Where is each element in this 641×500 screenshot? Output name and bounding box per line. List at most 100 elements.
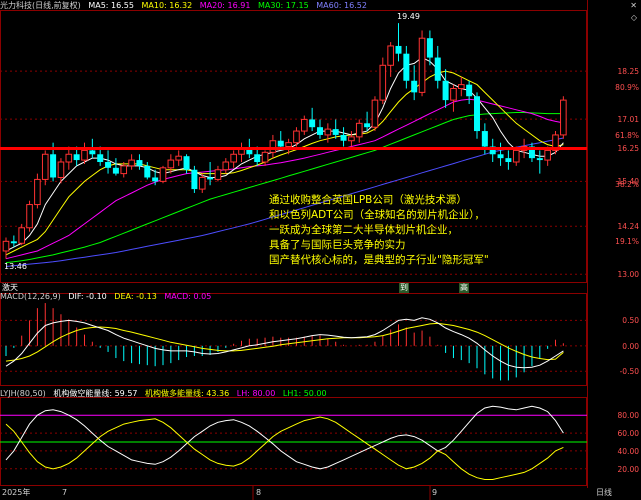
candle-body-down [207, 177, 214, 180]
candle-body-up [512, 149, 520, 163]
candle-body-down [536, 158, 543, 161]
candle-body-up [41, 153, 49, 180]
lyjh-long-short: 机构做空能量线: 59.57 [53, 389, 138, 398]
candle-body-up [57, 161, 65, 178]
price-axis-label: 18.25 [617, 67, 639, 77]
annotation-line-5: 国产替代核心标的，是典型的子行业"隐形冠军" [269, 254, 489, 266]
expand-icon[interactable]: ◇ [631, 13, 637, 23]
price-axis-label: 38.2% [615, 180, 639, 190]
ma10-value: MA10: 16.32 [141, 1, 193, 10]
candle-body-up [81, 149, 88, 161]
candle-body-down [442, 80, 449, 101]
candle-body-down [340, 134, 347, 141]
candle-body-up [120, 165, 128, 175]
candle-body-down [10, 241, 17, 244]
ma60-value: MA60: 16.52 [316, 1, 367, 10]
candle-body-up [261, 151, 269, 163]
macd-dif-line [5, 317, 564, 369]
price-axis-label: 16.25 [617, 144, 639, 154]
candle-body-up [222, 161, 230, 171]
candle-body-down [144, 165, 151, 178]
candle-body-up [301, 118, 308, 132]
macd-axis-label: -0.50 [619, 367, 639, 377]
annotation-line-1: 通过收购整合英国LPB公司（激光技术源） [269, 194, 467, 206]
low-price-label: 13.46 [4, 262, 27, 271]
close-icon[interactable]: ✕ [630, 1, 637, 11]
candle-body-down [277, 140, 284, 147]
candle-body-up [293, 130, 300, 144]
price-axis-label: 80.9% [615, 82, 639, 92]
annotation-line-3: 一跃成为全球第二大半导体划片机企业， [269, 224, 458, 236]
candle-body-down [309, 119, 316, 128]
lyjh-axis-label: 40.00 [617, 446, 639, 456]
candle-body-up [371, 99, 379, 128]
candle-body-down [183, 156, 190, 170]
price-axis-label: 61.8% [615, 130, 639, 140]
lyjh-axis-label: 20.00 [617, 464, 639, 474]
candle-body-down [50, 154, 57, 178]
lyjh-long-line [5, 416, 564, 480]
macd-title[interactable]: MACD(12,26,9) [0, 292, 61, 301]
macd-axis-label: 0.50 [622, 316, 639, 326]
lyjh-title[interactable]: LYJH(80,50) [0, 389, 46, 398]
stock-title[interactable]: 光力科技(日线,前复权) [0, 1, 81, 10]
candle-body-down [474, 96, 480, 132]
macd-value: MACD: 0.05 [164, 292, 212, 301]
macd-indicator [0, 303, 587, 381]
lyjh-lh: LH: 80.00 [236, 389, 276, 398]
candle-body-up [458, 84, 465, 90]
lyjh-long: 机构做多能量线: 43.36 [145, 389, 230, 398]
candle-body-up [387, 45, 394, 66]
candle-body-up [355, 122, 363, 138]
candle-body-down [73, 154, 80, 161]
candle-body-up [544, 149, 551, 161]
marker-b[interactable]: 高 [459, 283, 469, 293]
candle-body-down [191, 169, 198, 190]
candle-body-down [364, 123, 371, 128]
macd-dif: DIF: -0.10 [68, 292, 107, 301]
candle-body-down [136, 160, 143, 166]
candle-body-up [2, 240, 10, 252]
candle-body-down [105, 162, 112, 168]
candle-body-down [481, 131, 488, 147]
candle-body-down [466, 84, 473, 97]
macd-dea-line [5, 322, 564, 362]
candle-body-down [395, 45, 402, 54]
lyjh-indicator [0, 405, 587, 480]
month-7-label: 7 [62, 488, 68, 497]
annotation-text: 通过收购整合英国LPB公司（激光技术源） 和以色列ADT公司（全球知名的划片机企… [269, 193, 489, 268]
candle-body-up [167, 159, 175, 169]
macd-dea: DEA: -0.13 [114, 292, 157, 301]
candle-body-up [450, 88, 457, 101]
candle-body-up [348, 136, 355, 142]
candle-body-down [332, 129, 339, 135]
candle-body-up [324, 128, 332, 136]
lyjh-header: LYJH(80,50) 机构做空能量线: 59.57 机构做多能量线: 43.3… [0, 389, 332, 399]
year-label: 2025年 [2, 488, 31, 497]
price-axis-label: 13.00 [617, 270, 639, 280]
candle-body-up [418, 37, 426, 93]
candle-body-down [411, 80, 418, 93]
price-axis-label: 14.24 [617, 222, 639, 232]
candle-body-up [560, 99, 567, 136]
annotation-line-2: 和以色列ADT公司（全球知名的划片机企业）， [269, 209, 485, 221]
period-label[interactable]: 日线 [596, 488, 612, 498]
candle-body-up [198, 176, 206, 190]
lyjh-axis-label: 80.00 [617, 411, 639, 421]
marker-a[interactable]: 到 [399, 283, 409, 293]
candle-body-up [18, 227, 25, 244]
price-axis-label: 17.01 [617, 115, 639, 125]
candle-body-down [317, 127, 323, 135]
candle-body-up [269, 140, 277, 153]
candle-body-down [152, 177, 159, 182]
ma5-value: MA5: 16.55 [88, 1, 134, 10]
candle-body-down [426, 38, 433, 58]
month-8-label: 8 [256, 488, 262, 497]
candle-body-down [403, 53, 410, 81]
ma30-value: MA30: 17.15 [258, 1, 309, 10]
candle-body-up [379, 64, 387, 101]
month-9-label: 9 [432, 488, 438, 497]
price-panel-header: 光力科技(日线,前复权) MA5: 16.55 MA10: 16.32 MA20… [0, 1, 372, 11]
ma20-value: MA20: 16.91 [199, 1, 251, 10]
candle-body-up [230, 153, 237, 163]
